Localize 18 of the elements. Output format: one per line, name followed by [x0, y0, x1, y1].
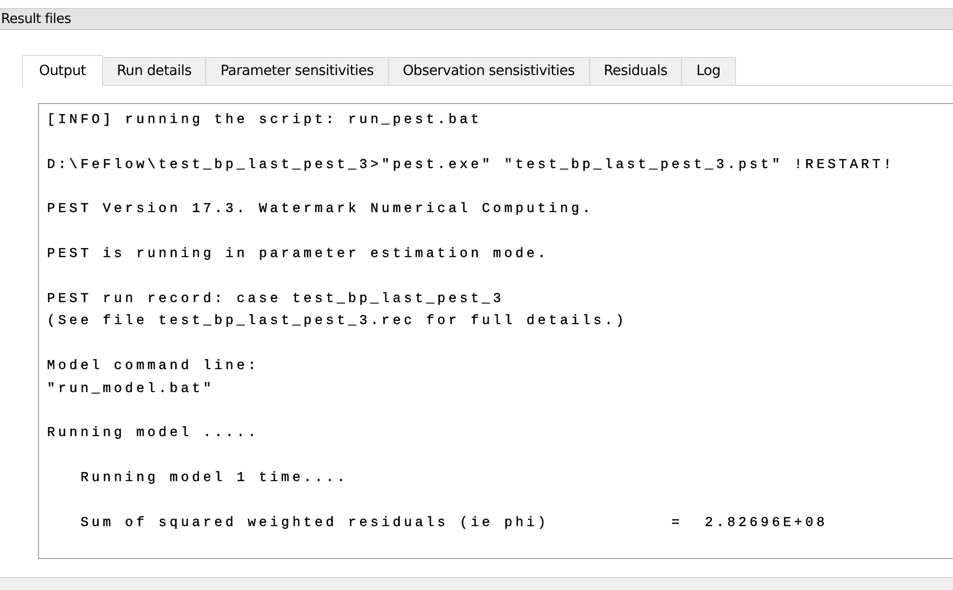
tab[interactable]: Parameter sensitivities — [206, 56, 389, 85]
output-line: PEST run record: case test_bp_last_pest_3 — [47, 290, 504, 309]
output-line: (See file test_bp_last_pest_3.rec for full details.) — [47, 313, 627, 332]
tab[interactable]: Log — [682, 56, 736, 85]
output-line: Model command line: — [47, 358, 259, 376]
output-line: Sum of squared weighted residuals (ie phi) = 2.82696E+08 — [79, 514, 828, 533]
tab[interactable]: Output — [22, 54, 103, 86]
tab[interactable]: Observation sensistivities — [388, 56, 590, 85]
output-line: "run_model.bat" — [47, 380, 214, 399]
output-line: PEST Version 17.3. Watermark Numerical Computing. — [47, 201, 594, 220]
tab[interactable]: Residuals — [590, 56, 682, 85]
output-line: Running model ..... — [47, 425, 259, 444]
tab[interactable]: Run details — [102, 56, 206, 85]
output-line: [INFO] running the script: run_pest.bat — [47, 112, 482, 130]
output-line: D:\FeFlow\test_bp_last_pest_3>"pest.exe" "test_bp_last_pest_3.pst" !RESTART! — [47, 156, 894, 175]
output-line: Running model 1 time.... — [79, 470, 348, 488]
output-line: PEST is running in parameter estimation mode. — [47, 246, 549, 264]
window-title: Result files — [1, 10, 71, 27]
